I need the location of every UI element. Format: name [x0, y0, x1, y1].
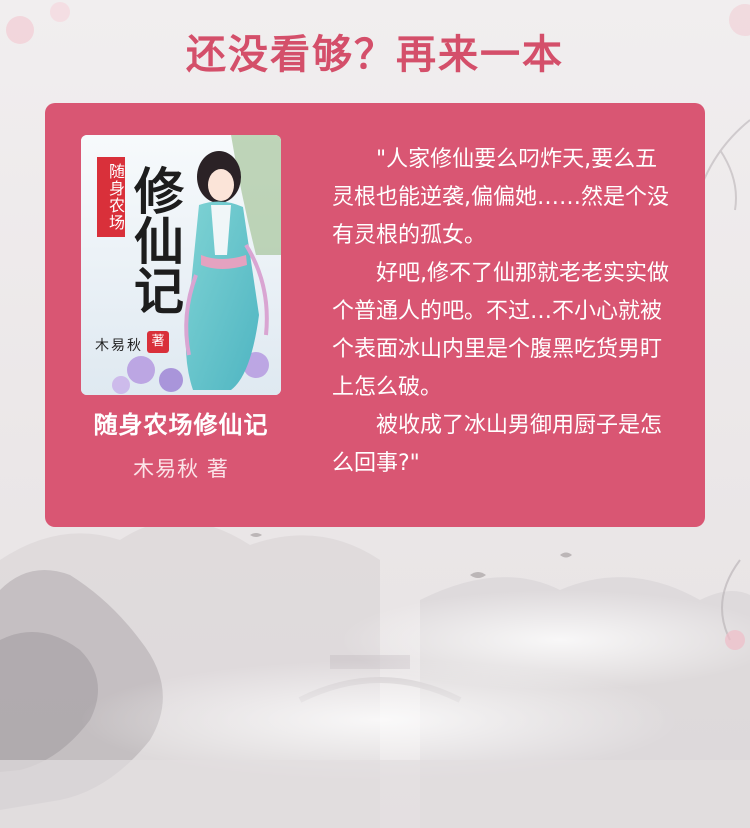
cover-series-label: 随身农场: [97, 157, 125, 237]
section-headline: 还没看够？再来一本: [186, 32, 564, 78]
synopsis-paragraph: 好吧,修不了仙那就老老实实做个普通人的吧。不过…不小心就被个表面冰山内里是个腹黑…: [332, 261, 669, 400]
book-author: 木易秋 著: [133, 457, 229, 481]
book-synopsis: "人家修仙要么叼炸天,要么五灵根也能逆袭,偏偏她……然是个没有灵根的孤女。 好吧…: [332, 141, 672, 483]
cover-seal: 著: [147, 331, 169, 353]
book-title[interactable]: 随身农场修仙记: [45, 405, 317, 440]
synopsis-paragraph: 被收成了冰山男御用厨子是怎么回事?": [332, 413, 663, 476]
cover-author: 木易秋: [95, 338, 143, 354]
cover-big-title: 修仙记: [126, 165, 185, 315]
book-recommendation-card[interactable]: 随身农场 修仙记 木易秋 著 随身农场修仙记 木易秋 著 "人家修仙要么叼炸天,…: [45, 103, 705, 527]
book-cover[interactable]: 随身农场 修仙记 木易秋 著: [81, 135, 281, 395]
synopsis-paragraph: "人家修仙要么叼炸天,要么五灵根也能逆袭,偏偏她……然是个没有灵根的孤女。: [332, 147, 669, 248]
